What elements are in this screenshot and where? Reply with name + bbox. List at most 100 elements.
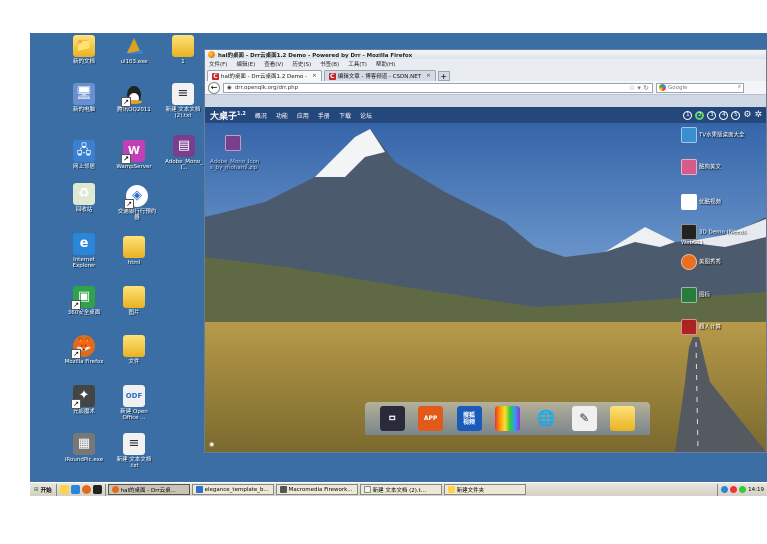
nav-overview[interactable]: 概况 (255, 111, 267, 120)
ie-quicklaunch-icon[interactable] (70, 485, 80, 494)
close-tab-icon[interactable]: × (312, 73, 317, 79)
desktop-icon-iroundpic[interactable]: ▦ iRoundPic.exe (58, 433, 110, 463)
desktop-icon-new-txt-2[interactable]: ≡ 新建 文本文档 (2).txt (162, 83, 204, 119)
window-title-bar[interactable]: hal的桌面 - Drr云桌面1.2 Demo - Powered by Drr… (205, 50, 766, 59)
taskbar-btn-notepad[interactable]: 新建 文本文档 (2).t... (359, 484, 442, 495)
menu-history[interactable]: 历史(S) (292, 60, 311, 68)
close-tab-icon[interactable]: × (426, 73, 431, 79)
gear-icon[interactable]: ✲ (754, 110, 762, 120)
network-icon: 🖧 (73, 140, 95, 162)
webapp-tv-fruit[interactable]: TV水果版桌面大全 (681, 127, 745, 143)
taskbar-btn-firefox[interactable]: hal的桌面 - Drr云桌... (107, 484, 190, 495)
show-desktop-icon[interactable] (59, 485, 69, 494)
desktop-icon-guangying[interactable]: ✦光影魔术 (63, 385, 105, 415)
desktop-switch-5[interactable]: 5 (731, 110, 741, 120)
menu-tools[interactable]: 工具(T) (348, 60, 367, 68)
menu-bookmarks[interactable]: 书签(B) (320, 60, 339, 68)
settings-icon[interactable]: ⚙ (743, 110, 751, 120)
qq-quicklaunch-icon[interactable] (92, 485, 102, 494)
desktop-icon-bank[interactable]: ◈交通银行行预约 器 (113, 185, 161, 221)
menu-help[interactable]: 帮助(H) (376, 60, 395, 68)
desktop-icon-360[interactable]: ▣360安全桌面 (63, 286, 105, 316)
dock-notepad-icon[interactable]: ✎ (571, 406, 597, 431)
desktop-switch-3[interactable]: 3 (707, 110, 717, 120)
url-bar[interactable]: ◉ drr.openqlk.org/drr.php ☆ ▾ ↻ (223, 82, 653, 93)
globe-icon: ◉ (227, 84, 232, 91)
image-icon (681, 287, 697, 303)
webapp-meitu[interactable]: 美图秀秀 (681, 254, 721, 270)
desktop-icon-new-doc[interactable]: 📁 新的文档 (63, 35, 105, 65)
back-button[interactable]: ← (208, 81, 220, 94)
tab-csdn[interactable]: C 编辑文章 - 博客频道 - CSDN.NET × (323, 70, 436, 81)
desktop-switch-4[interactable]: 4 (719, 110, 729, 120)
desktop-icon-qq[interactable]: 腾讯QQ2011 (113, 83, 155, 113)
nav-bar: ← ◉ drr.openqlk.org/drr.php ☆ ▾ ↻ Google… (205, 81, 766, 95)
desktop-icon-new-txt[interactable]: ≡ 新建 文本文档 .txt (113, 433, 155, 469)
tv-icon (681, 127, 697, 143)
webdesk-file-archive[interactable]: Adobe_Mono_Icon s_by_mohami.zip (210, 129, 259, 171)
desktop-icon-openoffice[interactable]: ODF 新建 Open Office ... (113, 385, 155, 421)
windows-logo-icon: ⊞ (34, 486, 39, 493)
desktop-switch-2[interactable]: 2 (695, 110, 705, 120)
dock-ie-globe-icon[interactable]: 🌐 (533, 406, 558, 431)
firefox-window[interactable]: hal的桌面 - Drr云桌面1.2 Demo - Powered by Drr… (204, 49, 767, 453)
tray-antivirus-icon[interactable] (730, 486, 738, 493)
firefox-quicklaunch-icon[interactable] (81, 485, 91, 494)
new-tab-button[interactable]: + (437, 71, 450, 81)
webapp-3d-demo[interactable]: 3D Demo (Needs WebGL) (681, 224, 766, 246)
desktop-icon-firefox[interactable]: 🦊Mozilla Firefox (58, 335, 110, 365)
desktop-icon-adobe-mono[interactable]: ▤ Adobe_Mono_I... (162, 135, 206, 171)
avatar-icon (681, 159, 697, 175)
nav-forum[interactable]: 论坛 (360, 111, 372, 120)
folder-icon (123, 286, 145, 308)
folder-icon (123, 335, 145, 357)
desktop-icon-ie[interactable]: e Internet Explorer (63, 233, 105, 269)
folder-icon (172, 35, 194, 57)
search-box[interactable]: Google ⌕ (656, 82, 744, 93)
desktop-icon-wampserver[interactable]: WWampServer (113, 140, 155, 170)
desktop-icon-html[interactable]: html (113, 236, 155, 266)
calculator-icon (681, 319, 697, 335)
taskbar-btn-elegance[interactable]: elegance_template_b... (191, 484, 274, 495)
start-button[interactable]: ⊞ 开始 (30, 483, 57, 496)
webdesk-dock: 🎞 APP 搜狐 视频 🌐 ✎ (365, 402, 650, 435)
desktop-icon-files[interactable]: 文件 (113, 335, 155, 365)
archive-icon (225, 135, 241, 151)
taskbar-btn-folder[interactable]: 新建文件夹 (443, 484, 526, 495)
bookmark-star-icon[interactable]: ☆ ▾ ↻ (629, 84, 652, 92)
search-icon[interactable]: ⌕ (738, 84, 743, 91)
taskbar-btn-fireworks[interactable]: Macromedia Firework... (275, 484, 358, 495)
desktop-icon-network[interactable]: 🖧 网上邻居 (63, 140, 105, 170)
dock-app-icon[interactable]: APP (418, 406, 444, 431)
webapp-calculator[interactable]: 超人计算 (681, 319, 721, 335)
page-content[interactable]: 大桌子1.2 概况 功能 应用 手册 下载 论坛 1 2 3 4 5 ⚙ ✲ A… (205, 107, 766, 452)
desktop-switch-1[interactable]: 1 (683, 110, 693, 120)
desktop-icon-ul103[interactable]: ul103.exe (113, 35, 155, 65)
menu-file[interactable]: 文件(F) (209, 60, 227, 68)
desktop-icon-pictures[interactable]: 图片 (113, 286, 155, 316)
nav-features[interactable]: 功能 (276, 111, 288, 120)
menu-edit[interactable]: 编辑(E) (236, 60, 255, 68)
nav-apps[interactable]: 应用 (297, 111, 309, 120)
webapp-icons[interactable]: 图标 (681, 287, 710, 303)
tab-webdesk[interactable]: C hal的桌面 - Drr云桌面1.2 Demo - × (207, 70, 322, 81)
menu-view[interactable]: 查看(V) (264, 60, 283, 68)
dock-film-icon[interactable]: 🎞 (379, 406, 405, 431)
csdn-favicon-icon: C (212, 72, 219, 80)
webapp-youku[interactable]: 优酷视频 (681, 194, 721, 210)
fireworks-icon (279, 486, 287, 493)
nav-download[interactable]: 下载 (339, 111, 351, 120)
webapp-kugou[interactable]: 酷狗美文 (681, 159, 721, 175)
dock-folder-icon[interactable] (610, 406, 636, 431)
start-circle-icon[interactable]: ◉ (209, 441, 214, 448)
desktop-icon-my-computer[interactable]: 🖥 新的电脑 (63, 83, 105, 113)
dock-color-icon[interactable] (494, 406, 520, 431)
desktop-icon-folder-1[interactable]: 1 (162, 35, 204, 65)
clock: 14:19 (748, 486, 764, 493)
folder-icon: 📁 (73, 35, 95, 57)
desktop-icon-recycle-bin[interactable]: ♻ 回收站 (63, 183, 105, 213)
nav-manual[interactable]: 手册 (318, 111, 330, 120)
tray-volume-icon[interactable] (739, 486, 747, 493)
tray-network-icon[interactable] (721, 486, 729, 493)
dock-sohu-video-icon[interactable]: 搜狐 视频 (456, 406, 482, 431)
